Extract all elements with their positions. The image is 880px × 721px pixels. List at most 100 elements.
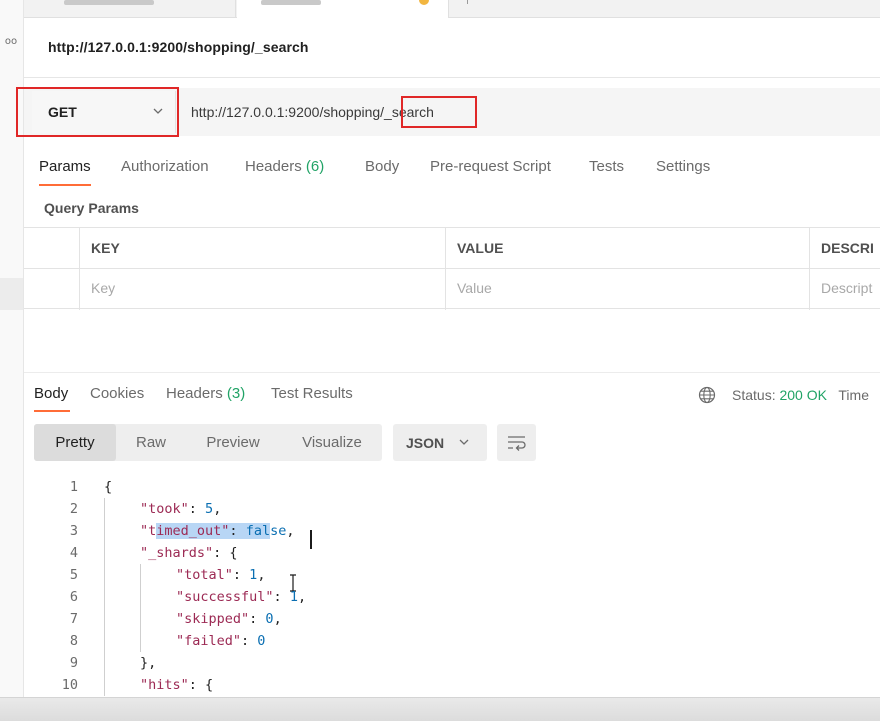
tab-label-fragment (261, 0, 321, 5)
code-token: , (213, 501, 222, 517)
query-params-title: Query Params (44, 200, 139, 216)
code-line: 6 "successful": 1, (24, 586, 880, 608)
line-number: 6 (69, 589, 78, 605)
response-status: Status: 200 OK Time (732, 387, 869, 403)
response-tab-body[interactable]: Body (34, 385, 68, 402)
tab-label: Tests (589, 158, 625, 175)
code-text: }, (140, 652, 156, 674)
code-token: "hits" (140, 677, 189, 693)
tab-label: Cookies (90, 385, 145, 402)
response-tab-cookies[interactable]: Cookies (90, 385, 144, 402)
tab-body[interactable]: Body (365, 158, 399, 175)
description-input[interactable]: Descript (821, 280, 872, 296)
tab-pre-request-script[interactable]: Pre-request Script (430, 158, 551, 175)
code-line: 8 "failed": 0 (24, 630, 880, 652)
sidebar-selected-item[interactable] (0, 278, 23, 310)
code-text: "total": 1, (176, 564, 265, 586)
status-label: Status: (732, 387, 776, 403)
tab-label: Body (365, 158, 400, 175)
key-input[interactable]: Key (91, 280, 115, 296)
line-number: 2 (69, 501, 78, 517)
code-line: 7 "skipped": 0, (24, 608, 880, 630)
tab-label: Test Results (271, 385, 353, 402)
response-tab-headers[interactable]: Headers (3) (166, 385, 245, 402)
annotation-box-search-path (401, 96, 477, 128)
code-text: { (104, 476, 112, 498)
code-token: : { (188, 677, 214, 693)
format-button-group: Pretty Raw Preview Visualize (34, 424, 382, 461)
row-divider (24, 268, 880, 269)
status-value: 200 OK (779, 387, 827, 403)
chevron-down-icon (459, 439, 469, 445)
code-token: "t (140, 523, 157, 539)
request-tab-active[interactable] (237, 0, 449, 18)
code-token: { (104, 479, 113, 495)
code-text: "took": 5, (140, 498, 221, 520)
code-token: 1 (289, 589, 298, 605)
code-token: : (232, 567, 250, 583)
tab-label: Params (39, 158, 91, 175)
status-bar (0, 697, 880, 721)
wrap-lines-icon (508, 436, 526, 451)
more-options-icon[interactable]: oo (0, 36, 22, 47)
tab-tests[interactable]: Tests (589, 158, 624, 175)
tab-headers[interactable]: Headers (6) (245, 158, 324, 175)
tab-label: Headers (166, 385, 223, 402)
request-tabs-strip (24, 0, 880, 18)
code-text: "_shards": { (140, 542, 238, 564)
response-divider (24, 372, 880, 373)
pretty-button[interactable]: Pretty (34, 424, 116, 461)
tab-authorization[interactable]: Authorization (121, 158, 209, 175)
line-number: 10 (61, 677, 78, 693)
code-line: 5 "total": 1, (24, 564, 880, 586)
tab-settings[interactable]: Settings (656, 158, 710, 175)
tab-count: (6) (305, 158, 325, 175)
code-text: "hits": { (140, 674, 213, 696)
preview-button[interactable]: Preview (194, 424, 272, 461)
code-token: , (297, 589, 307, 605)
globe-icon[interactable] (698, 386, 716, 404)
tab-params[interactable]: Params (39, 158, 91, 175)
code-token: "_shards" (140, 545, 214, 561)
wrap-lines-button[interactable] (497, 424, 536, 461)
url-input[interactable] (190, 100, 870, 124)
code-token: , (286, 523, 295, 539)
code-line: 2 "took": 5, (24, 498, 880, 520)
line-number: 4 (69, 545, 78, 561)
code-token: : (229, 523, 246, 539)
code-token: 5 (205, 501, 214, 517)
response-body-viewer[interactable]: 1{2 "took": 5, 3 "timed_out": false, 4 "_shar… (24, 476, 880, 696)
code-token: , (257, 567, 266, 583)
request-tab[interactable] (24, 0, 236, 18)
column-divider (79, 228, 80, 310)
line-number: 8 (69, 633, 78, 649)
code-token: "successful" (176, 589, 274, 605)
value-input[interactable]: Value (457, 280, 492, 296)
response-tab-test-results[interactable]: Test Results (271, 385, 353, 402)
divider (24, 77, 880, 78)
line-number: 7 (69, 611, 78, 627)
tab-label: Pre-request Script (430, 158, 551, 175)
code-line: 3 "timed_out": false, (24, 520, 880, 542)
tab-label-fragment (64, 0, 154, 5)
code-token: : (249, 611, 266, 627)
code-line: 9}, (24, 652, 880, 674)
tab-label: Headers (245, 158, 302, 175)
code-line: 1{ (24, 476, 880, 498)
response-format-select[interactable]: JSON (393, 424, 487, 461)
line-number: 1 (69, 479, 78, 495)
column-header-key: KEY (91, 240, 120, 256)
query-params-table: KEY VALUE DESCRI Key Value Descript (24, 227, 880, 310)
raw-button[interactable]: Raw (122, 424, 180, 461)
format-select-label: JSON (406, 435, 445, 451)
visualize-button[interactable]: Visualize (288, 424, 376, 461)
column-header-value: VALUE (457, 240, 504, 256)
tab-label: Settings (656, 158, 711, 175)
code-text: "timed_out": false, (140, 520, 294, 542)
active-response-tab-indicator (34, 410, 70, 412)
code-token: "took" (140, 501, 189, 517)
code-token: fal (245, 523, 271, 539)
annotation-box-method (16, 87, 179, 137)
new-tab-icon[interactable] (467, 0, 477, 4)
tab-label: Body (34, 385, 69, 402)
